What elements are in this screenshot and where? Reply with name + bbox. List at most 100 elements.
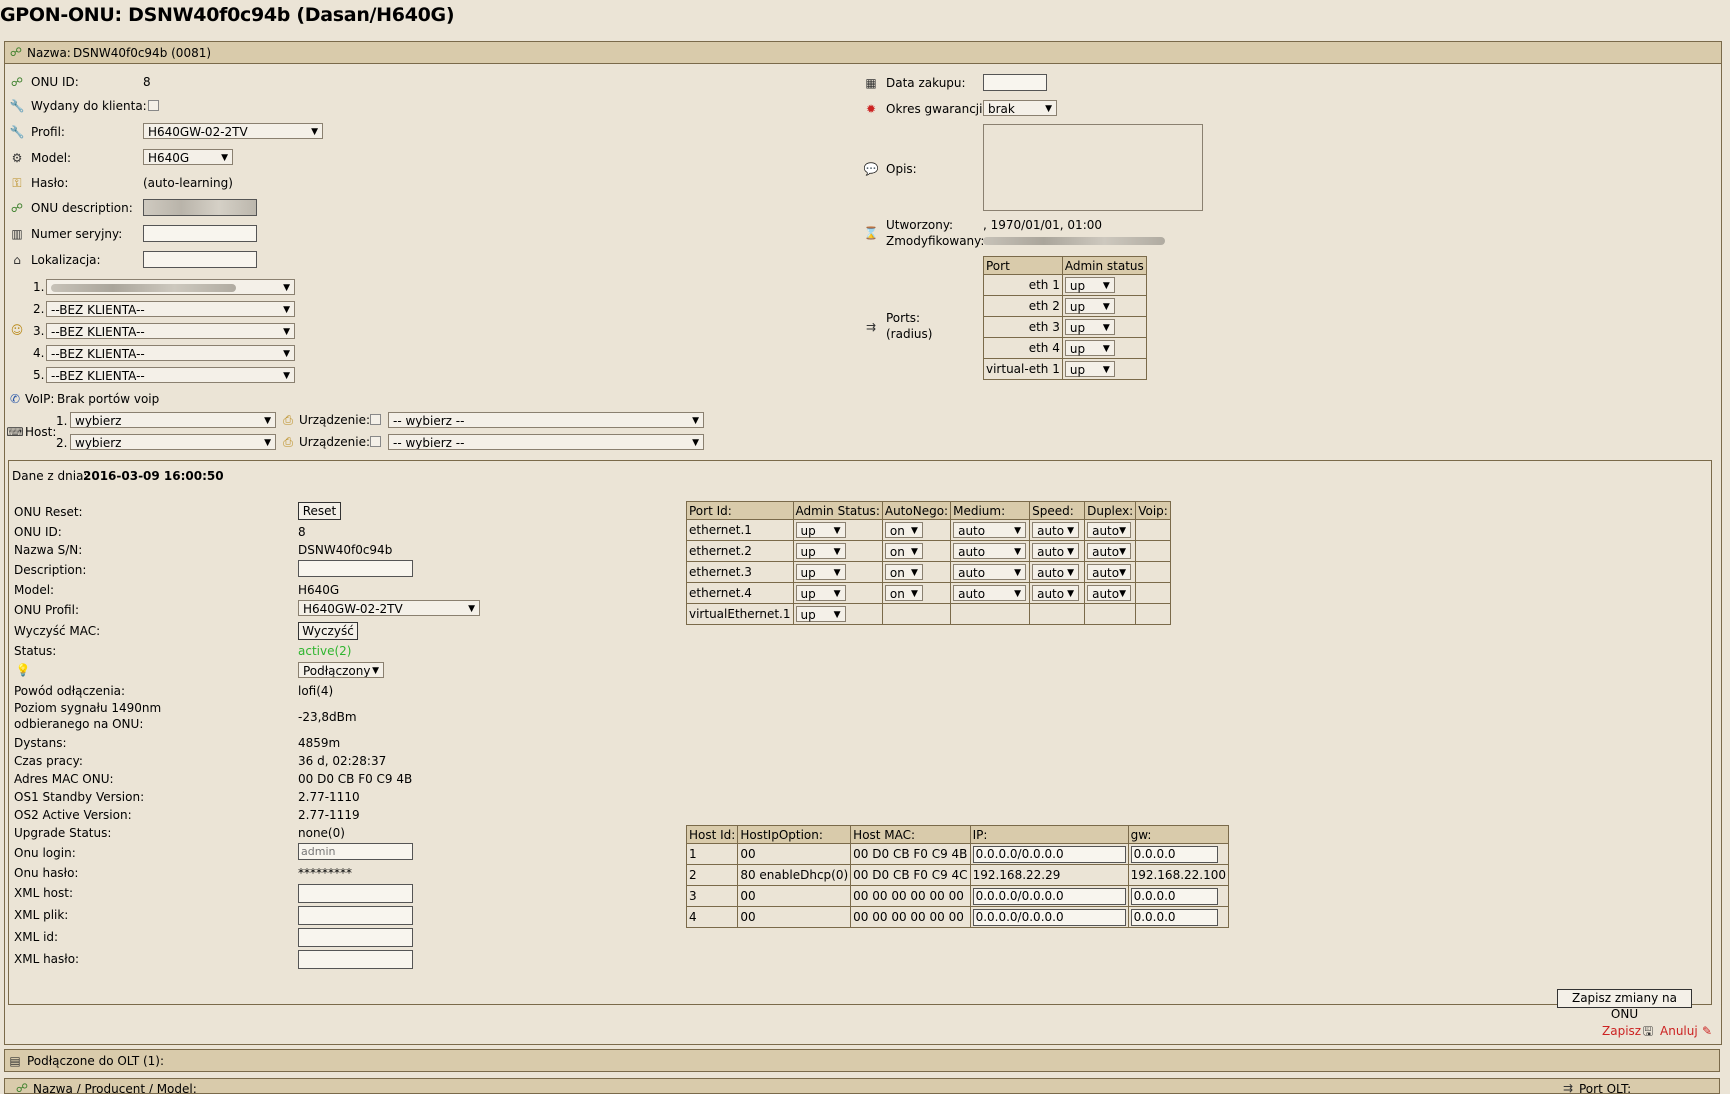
host-gw-input[interactable]: 0.0.0.0 [1130,908,1218,926]
location-input[interactable] [143,251,257,268]
description-label: Description: [14,563,87,577]
eth-port-id: ethernet.3 [686,561,794,583]
client-select-1[interactable] [46,279,295,295]
xml-host-input[interactable] [298,884,413,903]
computer-icon: ⌨ [6,425,24,439]
date-value: 2016-03-09 16:00:50 [83,469,224,483]
eth-autonego-select[interactable]: on [884,564,923,581]
save-icon[interactable]: 🖫 [1641,1024,1655,1038]
client-select-4[interactable]: --BEZ KLIENTA-- [46,345,295,361]
onu-description-input[interactable] [143,199,257,216]
eth-header-medium: Medium: [950,501,1031,520]
eth-admin-select[interactable]: up [795,522,846,539]
xml-file-input[interactable] [298,906,413,925]
host-ip-input[interactable]: 0.0.0.0/0.0.0.0 [972,908,1126,926]
device-checkbox-2[interactable] [370,436,381,447]
eth-header-admin: Admin Status: [792,501,883,520]
client-select-5[interactable]: --BEZ KLIENTA-- [46,367,295,383]
client-select-3[interactable]: --BEZ KLIENTA-- [46,323,295,339]
onu-profile-select[interactable]: H640GW-02-2TV [298,600,480,616]
eth-autonego-select[interactable]: on [884,543,923,560]
cancel-link[interactable]: Anuluj [1660,1024,1698,1038]
signal-label-line1: Poziom sygnału 1490nm [14,701,162,715]
port-status-select[interactable]: up [1064,361,1115,378]
eth-admin-select[interactable]: up [795,585,846,602]
eth-admin-select[interactable]: up [795,564,846,581]
eth-autonego-select[interactable]: on [884,522,923,539]
host-header-opt: HostIpOption: [737,825,852,844]
host-ip: 192.168.22.29 [969,864,1129,886]
olt-col-port: Port OLT: [1579,1082,1632,1094]
os2-value: 2.77-1119 [298,808,360,822]
eth-speed-select[interactable]: auto [1032,522,1080,539]
olt-title: Podłączone do OLT (1): [27,1054,165,1068]
onu-id-icon: ☍ [10,75,24,89]
xml-id-input[interactable] [298,928,413,947]
eth-speed-select[interactable]: auto [1032,585,1080,602]
host-gw-input[interactable]: 0.0.0.0 [1130,887,1218,905]
reset-button[interactable]: Reset [298,502,341,520]
eth-medium-select[interactable]: auto [953,522,1027,539]
save-onu-button[interactable]: Zapisz zmiany na ONU [1557,989,1692,1021]
profile-select[interactable]: H640GW-02-2TV [143,123,323,139]
eth-speed-select[interactable]: auto [1032,543,1080,560]
client-select-2[interactable]: --BEZ KLIENTA-- [46,301,295,317]
issued-checkbox[interactable] [148,100,159,111]
host-select-2[interactable]: wybierz [70,434,276,450]
lightbulb-icon: 💡 [15,663,31,677]
eth-voip-cell [1135,540,1171,562]
host-select-1[interactable]: wybierz [70,412,276,428]
warranty-select[interactable]: brak [983,100,1057,116]
location-label: Lokalizacja: [31,253,101,267]
os2-label: OS2 Active Version: [14,808,132,822]
port-status-select[interactable]: up [1064,319,1115,336]
port-status-select[interactable]: up [1064,277,1115,294]
description-label: Opis: [886,162,917,176]
table-row: 1 00 00 D0 CB F0 C9 4B 0.0.0.0/0.0.0.0 0… [685,843,1230,865]
eth-duplex-select[interactable]: auto [1087,543,1132,560]
model-select[interactable]: H640G [143,149,233,165]
save-link[interactable]: Zapisz [1602,1024,1641,1038]
xml-pass-input[interactable] [298,950,413,969]
mac-value: 00 D0 CB F0 C9 4B [298,772,413,786]
description-textarea[interactable] [983,124,1203,211]
device-select-2[interactable]: -- wybierz -- [388,434,704,450]
signal-label-line2: odbieranego na ONU: [14,717,144,731]
description-input[interactable] [298,560,413,577]
eth-duplex-select[interactable]: auto [1087,585,1132,602]
host-gw-input[interactable]: 0.0.0.0 [1130,845,1218,863]
table-row: 4 00 00 00 00 00 00 00 0.0.0.0/0.0.0.0 0… [685,906,1230,928]
profile-label: Profil: [31,125,65,139]
eth-admin-select[interactable]: up [795,543,846,560]
eth-autonego-select[interactable]: on [884,585,923,602]
device-checkbox-1[interactable] [370,414,381,425]
eth-medium-select[interactable]: auto [953,585,1027,602]
onu-id-label: ONU ID: [31,75,79,89]
purchase-date-input[interactable] [983,74,1047,91]
eth-medium-select[interactable]: auto [953,564,1027,581]
login-input[interactable]: admin [298,843,413,860]
host-ip-input[interactable]: 0.0.0.0/0.0.0.0 [972,887,1126,905]
device-select-1[interactable]: -- wybierz -- [388,412,704,428]
connection-select[interactable]: Podłączony [298,662,384,678]
eth-speed-select[interactable]: auto [1032,564,1080,581]
cancel-icon[interactable]: ✎ [1700,1024,1714,1038]
host-ip-input[interactable]: 0.0.0.0/0.0.0.0 [972,845,1126,863]
eth-admin-select[interactable]: up [795,606,846,623]
table-row: virtual-eth 1 up [983,358,1147,380]
port-name: eth 2 [983,295,1063,317]
onu-icon: ☍ [10,201,24,215]
table-row: ethernet.3 up on auto auto auto [686,561,1171,583]
ports-header-status: Admin status [1061,256,1147,275]
eth-duplex-select[interactable]: auto [1087,522,1132,539]
port-status-select[interactable]: up [1064,298,1115,315]
model-value: H640G [298,583,340,597]
serial-input[interactable] [143,225,257,242]
port-status-select[interactable]: up [1064,340,1115,357]
table-row: ethernet.2 up on auto auto auto [686,540,1171,562]
clear-mac-button[interactable]: Wyczyść [298,622,358,640]
eth-duplex-select[interactable]: auto [1087,564,1132,581]
eth-medium-select[interactable]: auto [953,543,1027,560]
host-mac: 00 D0 CB F0 C9 4C [850,864,971,886]
model-label: Model: [31,151,72,165]
